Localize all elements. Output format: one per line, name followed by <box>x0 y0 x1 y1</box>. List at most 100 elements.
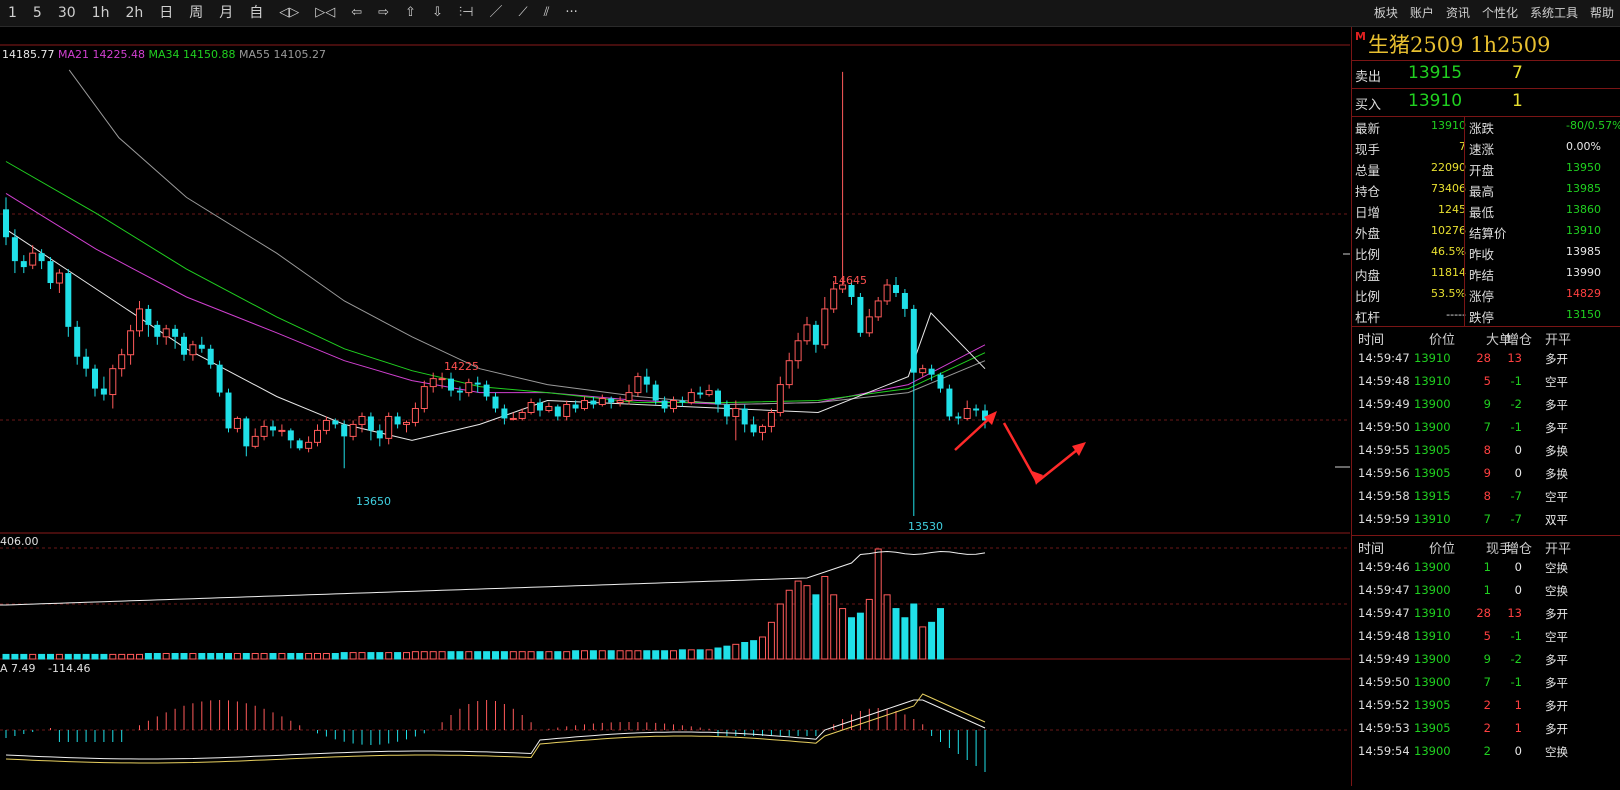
tick-volume: 5 <box>1483 374 1491 388</box>
period-4[interactable]: 2h <box>117 0 151 26</box>
arrow-down-icon[interactable]: ⇩ <box>424 0 451 26</box>
drawn-arrows[interactable] <box>954 411 1086 485</box>
quote-row: 总量 22090 开盘 13950 <box>1352 158 1620 179</box>
candle <box>11 229 18 274</box>
volume-bar <box>856 612 864 660</box>
tick-header-cell: 时间 <box>1358 333 1385 348</box>
tick-row[interactable]: 14:59:50 13900 7 -1 多平 <box>1352 675 1620 698</box>
line-tool-icon[interactable]: ／ <box>481 0 510 26</box>
tick-row[interactable]: 14:59:59 13910 7 -7 双平 <box>1352 512 1620 535</box>
menu-item-4[interactable]: 系统工具 <box>1524 0 1584 26</box>
arrow-left-icon[interactable]: ⇦ <box>343 0 370 26</box>
candle <box>145 304 152 337</box>
tick-row[interactable]: 14:59:55 13905 8 0 多换 <box>1352 443 1620 466</box>
tick-oi-change: 1 <box>1514 698 1522 712</box>
quote-label: 持仓 <box>1355 184 1381 199</box>
buy-price[interactable]: 13910 <box>1408 91 1462 111</box>
tick-row[interactable]: 14:59:49 13900 9 -2 多平 <box>1352 652 1620 675</box>
period-8[interactable]: 自 <box>241 0 271 26</box>
tick-list[interactable]: 时间 价位 现手 增仓 开平 14:59:46 13900 1 0 空换 14:59:47 13900… <box>1352 536 1620 786</box>
menu-item-2[interactable]: 资讯 <box>1440 0 1476 26</box>
tick-row[interactable]: 14:59:58 13915 8 -7 空平 <box>1352 489 1620 512</box>
tick-nature: 空平 <box>1545 490 1568 504</box>
menu-item-0[interactable]: 板块 <box>1368 0 1404 26</box>
quote-label: 最高 <box>1469 184 1495 199</box>
contract-name[interactable]: 生猪2509 1h2509 <box>1368 29 1550 59</box>
arrow-up-icon[interactable]: ⇧ <box>397 0 424 26</box>
quote-value: 53.5% <box>1431 287 1466 300</box>
volume-bar <box>750 640 758 660</box>
tick-row[interactable]: 14:59:48 13910 5 -1 空平 <box>1352 374 1620 397</box>
volume-bar <box>634 650 642 660</box>
tick-oi-change: 13 <box>1507 606 1522 620</box>
tick-row[interactable]: 14:59:49 13900 9 -2 多平 <box>1352 397 1620 420</box>
volume-bar <box>118 653 126 660</box>
tick-row[interactable]: 14:59:46 13900 1 0 空换 <box>1352 560 1620 583</box>
tick-nature: 多平 <box>1545 398 1568 412</box>
volume-bar <box>305 653 313 660</box>
candle <box>759 424 766 441</box>
sell-price[interactable]: 13915 <box>1408 63 1462 83</box>
quote-row: 比例 53.5% 涨停 14829 <box>1352 284 1620 305</box>
menu-item-1[interactable]: 账户 <box>1404 0 1440 26</box>
period-7[interactable]: 月 <box>211 0 241 26</box>
tick-volume: 1 <box>1483 583 1491 597</box>
menu-item-5[interactable]: 帮助 <box>1584 0 1620 26</box>
tick-time: 14:59:47 <box>1358 351 1410 365</box>
tick-time: 14:59:58 <box>1358 489 1410 503</box>
period-0[interactable]: 1 <box>0 0 25 26</box>
period-6[interactable]: 周 <box>181 0 211 26</box>
candle <box>874 296 882 321</box>
candle <box>448 372 454 397</box>
candle <box>349 420 357 441</box>
volume-bar <box>242 653 250 660</box>
tick-row[interactable]: 14:59:47 13900 1 0 空换 <box>1352 583 1620 606</box>
arrow-right-icon[interactable]: ⇨ <box>370 0 397 26</box>
tick-row[interactable]: 14:59:54 13900 2 0 空换 <box>1352 744 1620 767</box>
quote-label: 日增 <box>1355 205 1381 220</box>
period-2[interactable]: 30 <box>50 0 84 26</box>
volume-bar <box>732 643 740 660</box>
quote-divider <box>1464 116 1465 326</box>
quote-value: 13910 <box>1566 224 1601 237</box>
ma-legend-item: 14185.77 <box>2 48 55 61</box>
tick-row[interactable]: 14:59:52 13905 2 1 多开 <box>1352 698 1620 721</box>
period-1[interactable]: 5 <box>25 0 50 26</box>
volume-bar <box>349 652 357 660</box>
parallel-tool-icon[interactable]: ⫽ <box>536 0 558 26</box>
big-trade-list[interactable]: 时间 价位 大单 增仓 开平 14:59:47 13910 28 13 多开 14:59:48 139… <box>1352 327 1620 535</box>
tick-row[interactable]: 14:59:50 13900 7 -1 多平 <box>1352 420 1620 443</box>
tick-row[interactable]: 14:59:47 13910 28 13 多开 <box>1352 606 1620 629</box>
volume-bar <box>598 650 606 660</box>
tick-price: 13905 <box>1414 698 1451 712</box>
ray-tool-icon[interactable]: ⟋ <box>510 0 535 26</box>
more-icon[interactable]: ··· <box>557 0 585 26</box>
volume-bar <box>198 653 206 660</box>
volume-bar <box>127 653 135 660</box>
period-5[interactable]: 日 <box>151 0 181 26</box>
tick-nature: 空换 <box>1545 561 1568 575</box>
candle <box>74 320 81 365</box>
tick-row[interactable]: 14:59:53 13905 2 1 多开 <box>1352 721 1620 744</box>
period-3[interactable]: 1h <box>84 0 118 26</box>
volume-bar <box>759 636 766 660</box>
zoom-in-icon[interactable]: ◁▷ <box>271 0 307 26</box>
candle <box>492 392 499 413</box>
zoom-out-icon[interactable]: ▷◁ <box>307 0 343 26</box>
tick-row[interactable]: 14:59:48 13910 5 -1 空平 <box>1352 629 1620 652</box>
tick-row[interactable]: 14:59:56 13905 9 0 多换 <box>1352 466 1620 489</box>
candle <box>270 420 276 437</box>
menu-item-3[interactable]: 个性化 <box>1476 0 1524 26</box>
volume-bar <box>429 651 437 660</box>
volume-bar <box>233 653 241 660</box>
volume-bar <box>643 650 651 660</box>
volume-bar <box>937 608 944 660</box>
chart-area[interactable]: 14185.77 MA21 14225.48 MA34 14150.88 MA5… <box>0 27 1350 786</box>
cursor-bar-icon[interactable]: ⫶⊣ <box>451 0 482 26</box>
volume-bar <box>874 548 882 660</box>
tick-row[interactable]: 14:59:47 13910 28 13 多开 <box>1352 351 1620 374</box>
quote-label: 结算价 <box>1469 226 1507 241</box>
kline-chart[interactable]: 14185.77 MA21 14225.48 MA34 14150.88 MA5… <box>0 27 1350 786</box>
volume-bar <box>714 647 722 660</box>
candle <box>189 340 197 361</box>
